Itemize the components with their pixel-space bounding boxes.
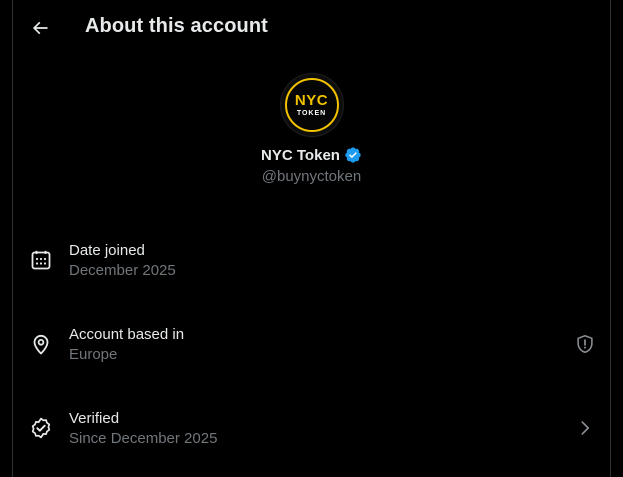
verified-text: Verified Since December 2025 xyxy=(69,409,217,449)
page-title: About this account xyxy=(85,15,268,37)
calendar-icon xyxy=(29,248,53,272)
location-pin-icon xyxy=(29,332,53,356)
display-name: NYC Token xyxy=(261,146,340,164)
account-based-in-row: Account based in Europe xyxy=(0,307,623,391)
verified-label: Verified xyxy=(69,410,120,427)
account-based-in-label: Account based in xyxy=(69,326,185,343)
avatar-logo: NYC TOKEN xyxy=(284,78,339,132)
verified-row[interactable]: Verified Since December 2025 xyxy=(0,391,623,475)
name-row: NYC Token xyxy=(261,146,362,164)
date-joined-value: December 2025 xyxy=(69,262,176,279)
account-info-list: Date joined December 2025 Account based … xyxy=(0,223,623,475)
back-button[interactable] xyxy=(24,12,56,44)
date-joined-row: Date joined December 2025 xyxy=(0,223,623,307)
avatar-logo-text: NYC xyxy=(294,92,329,109)
verified-badge-icon[interactable] xyxy=(344,146,362,164)
verified-value: Since December 2025 xyxy=(69,430,218,447)
avatar-logo-subtext: TOKEN xyxy=(296,110,327,117)
chevron-right-icon[interactable] xyxy=(574,417,596,439)
arrow-left-icon xyxy=(30,18,50,38)
profile-summary: NYC TOKEN NYC Token @buynyctoken xyxy=(0,74,623,185)
account-based-in-text: Account based in Europe xyxy=(69,325,184,365)
date-joined-label: Date joined xyxy=(69,242,145,259)
account-based-in-value: Europe xyxy=(69,346,118,363)
shield-alert-icon[interactable] xyxy=(574,333,596,355)
handle: @buynyctoken xyxy=(261,168,362,185)
avatar[interactable]: NYC TOKEN xyxy=(280,74,343,136)
date-joined-text: Date joined December 2025 xyxy=(69,241,176,281)
header: About this account xyxy=(0,0,623,56)
verified-check-icon xyxy=(29,416,53,440)
